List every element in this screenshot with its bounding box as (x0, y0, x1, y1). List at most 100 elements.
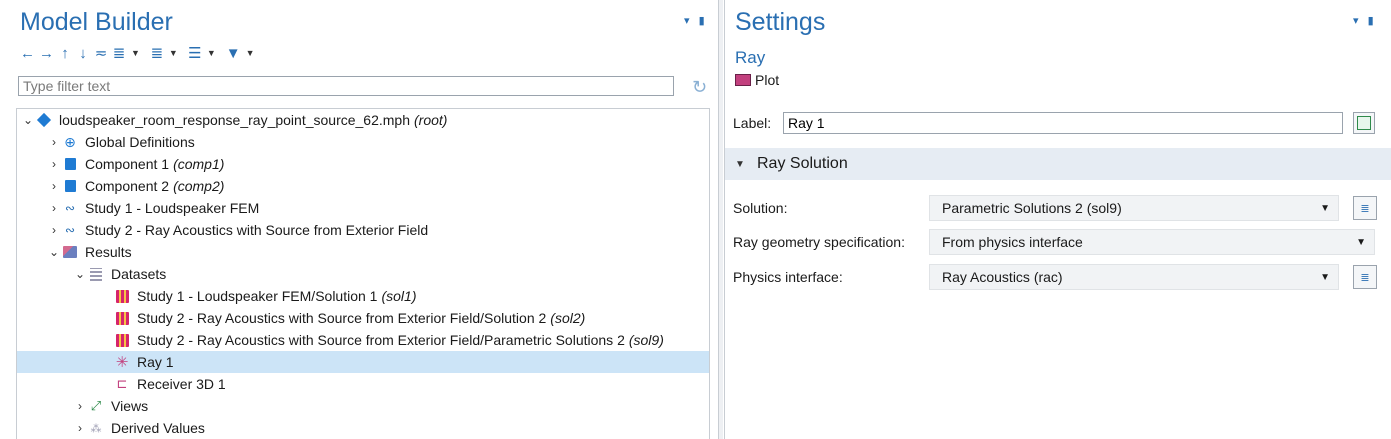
tree-node-label: Study 2 - Ray Acoustics with Source from… (85, 222, 429, 238)
tree-node[interactable]: › ⁂ Derived Values (17, 417, 709, 439)
tree-node-label: Views (111, 398, 149, 414)
solution-row: Solution: Parametric Solutions 2 (sol9) … (733, 195, 1385, 221)
chevron-right-icon[interactable]: › (47, 179, 61, 193)
tree-node[interactable]: › ∾ Study 1 - Loudspeaker FEM (17, 197, 709, 219)
results-icon (61, 244, 79, 260)
chevron-down-icon: ▼ (735, 158, 745, 170)
tree-node[interactable]: Study 1 - Loudspeaker FEM/Solution 1 (sol… (17, 285, 709, 307)
show-icon[interactable]: ≂ (94, 44, 108, 62)
views-icon: ⤢ (90, 398, 102, 413)
study-icon: ∾ (64, 201, 76, 215)
tree-node[interactable]: ⊏ Receiver 3D 1 (17, 373, 709, 395)
expand-icon[interactable]: ≣ (112, 44, 126, 62)
tree-node-label: Ray 1 (137, 354, 174, 370)
tree-node[interactable]: ⌄ Datasets (17, 263, 709, 285)
solution-label: Solution: (733, 200, 788, 216)
project-icon (35, 112, 53, 128)
solution-dataset-icon (113, 310, 131, 326)
chevron-right-icon[interactable]: › (73, 399, 87, 413)
tree-node-label: Datasets (111, 266, 167, 282)
label-input[interactable] (783, 112, 1343, 134)
chevron-right-icon[interactable]: › (73, 421, 87, 435)
go-to-source-icon: ≣ (1360, 202, 1370, 215)
tree-node[interactable]: Study 2 - Ray Acoustics with Source from… (17, 307, 709, 329)
node-subtitle: Ray (735, 48, 766, 67)
move-down-arrow-icon[interactable]: ↓ (76, 44, 90, 62)
forward-arrow-icon[interactable]: → (39, 44, 54, 62)
dropdown-arrow-icon: ▼ (1320, 272, 1330, 283)
chevron-right-icon[interactable]: › (47, 201, 61, 215)
go-to-physics-button[interactable]: ≣ (1353, 265, 1377, 289)
tree-node[interactable]: ⌄ Results (17, 241, 709, 263)
settings-menu-controls[interactable]: ▾ ▮ (1353, 14, 1377, 27)
document-icon (1357, 116, 1371, 130)
tree-node-label: Study 1 - Loudspeaker FEM (85, 200, 260, 216)
ray-geometry-value: From physics interface (942, 234, 1083, 250)
tree-node-tag: (comp2) (173, 178, 225, 194)
chevron-down-icon[interactable]: ⌄ (73, 267, 87, 281)
tree-node-label: Study 2 - Ray Acoustics with Source from… (137, 310, 547, 326)
tree-node-label: Component 2 (85, 178, 170, 194)
physics-interface-row: Physics interface: Ray Acoustics (rac) ▼ (733, 264, 1385, 290)
tree-node[interactable]: Study 2 - Ray Acoustics with Source from… (17, 329, 709, 351)
pane-menu-controls[interactable]: ▾ ▮ (684, 14, 708, 27)
ray-geometry-row: Ray geometry specification: From physics… (733, 229, 1385, 255)
dropdown-arrow-icon: ▼ (1320, 203, 1330, 214)
plot-icon (735, 74, 751, 86)
tree-node[interactable]: › ⤢ Views (17, 395, 709, 417)
move-up-arrow-icon[interactable]: ↑ (58, 44, 72, 62)
physics-interface-label: Physics interface: (733, 269, 843, 285)
refresh-icon[interactable]: ↻ (692, 77, 707, 98)
model-builder-title: Model Builder (20, 8, 173, 36)
go-to-source-button[interactable]: ≣ (1353, 196, 1377, 220)
chevron-right-icon[interactable]: › (47, 157, 61, 171)
filter-dropdown-icon[interactable]: ▼ (246, 48, 255, 58)
label-edit-button[interactable] (1353, 112, 1375, 134)
chevron-right-icon[interactable]: › (47, 223, 61, 237)
back-arrow-icon[interactable]: ← (20, 44, 35, 62)
tree-node[interactable]: ⌄ loudspeaker_room_response_ray_point_sou… (17, 109, 709, 131)
node-type-line: Plot (735, 72, 779, 88)
tree-node[interactable]: › ∾ Study 2 - Ray Acoustics with Source fr… (17, 219, 709, 241)
globe-icon: ⊕ (64, 133, 76, 150)
component-icon (61, 178, 79, 194)
view-icon[interactable]: ☰ (188, 44, 202, 62)
filter-icon[interactable]: ▼ (226, 44, 241, 62)
section-title: Ray Solution (757, 155, 848, 172)
go-to-source-icon: ≣ (1360, 271, 1370, 284)
physics-interface-value: Ray Acoustics (rac) (942, 269, 1063, 285)
ray-geometry-select[interactable]: From physics interface ▼ (929, 229, 1375, 255)
node-type-label: Plot (755, 72, 780, 88)
model-builder-pane: Model Builder ▾ ▮ ← → ↑ ↓ ≂ ≣ ▼ ≣ ▼ ☰ ▼ ▼ ▼ … (0, 0, 719, 439)
settings-pane: Settings ▾ ▮ Ray Plot Label: ▼ Ray Solut… (724, 0, 1391, 439)
model-builder-toolbar: ← → ↑ ↓ ≂ ≣ ▼ ≣ ▼ ☰ ▼ ▼ ▼ (20, 44, 261, 63)
chevron-down-icon[interactable]: ⌄ (21, 113, 35, 127)
physics-interface-select[interactable]: Ray Acoustics (rac) ▼ (929, 264, 1339, 290)
label-row: Label: (733, 112, 1343, 134)
tree-node-tag: (sol9) (628, 332, 664, 348)
chevron-down-icon[interactable]: ⌄ (47, 245, 61, 259)
tree-node[interactable]: › Component 1 (comp1) (17, 153, 709, 175)
tree-node[interactable]: ✳ Ray 1 (17, 351, 709, 373)
tree-node-label: Study 1 - Loudspeaker FEM/Solution 1 (137, 288, 378, 304)
collapse-icon[interactable]: ≣ (150, 44, 164, 62)
tree-node-tag: (comp1) (173, 156, 225, 172)
tree-node-tag: (sol1) (381, 288, 417, 304)
collapse-dropdown-icon[interactable]: ▼ (169, 48, 178, 58)
expand-dropdown-icon[interactable]: ▼ (131, 48, 140, 58)
tree-node-label: Derived Values (111, 420, 205, 436)
study-icon: ∾ (64, 223, 76, 237)
dropdown-arrow-icon: ▼ (1356, 237, 1366, 248)
view-dropdown-icon[interactable]: ▼ (207, 48, 216, 58)
tree-node[interactable]: › ⊕ Global Definitions (17, 131, 709, 153)
label-caption: Label: (733, 115, 772, 131)
chevron-right-icon[interactable]: › (47, 135, 61, 149)
section-header-ray-solution[interactable]: ▼ Ray Solution (725, 148, 1391, 180)
pane-divider[interactable] (719, 0, 723, 439)
tree-node-label: Component 1 (85, 156, 170, 172)
tree-node-tag: (sol2) (550, 310, 586, 326)
tree-node-label: Receiver 3D 1 (137, 376, 226, 392)
tree-node[interactable]: › Component 2 (comp2) (17, 175, 709, 197)
solution-select[interactable]: Parametric Solutions 2 (sol9) ▼ (929, 195, 1339, 221)
filter-input[interactable] (18, 76, 674, 96)
